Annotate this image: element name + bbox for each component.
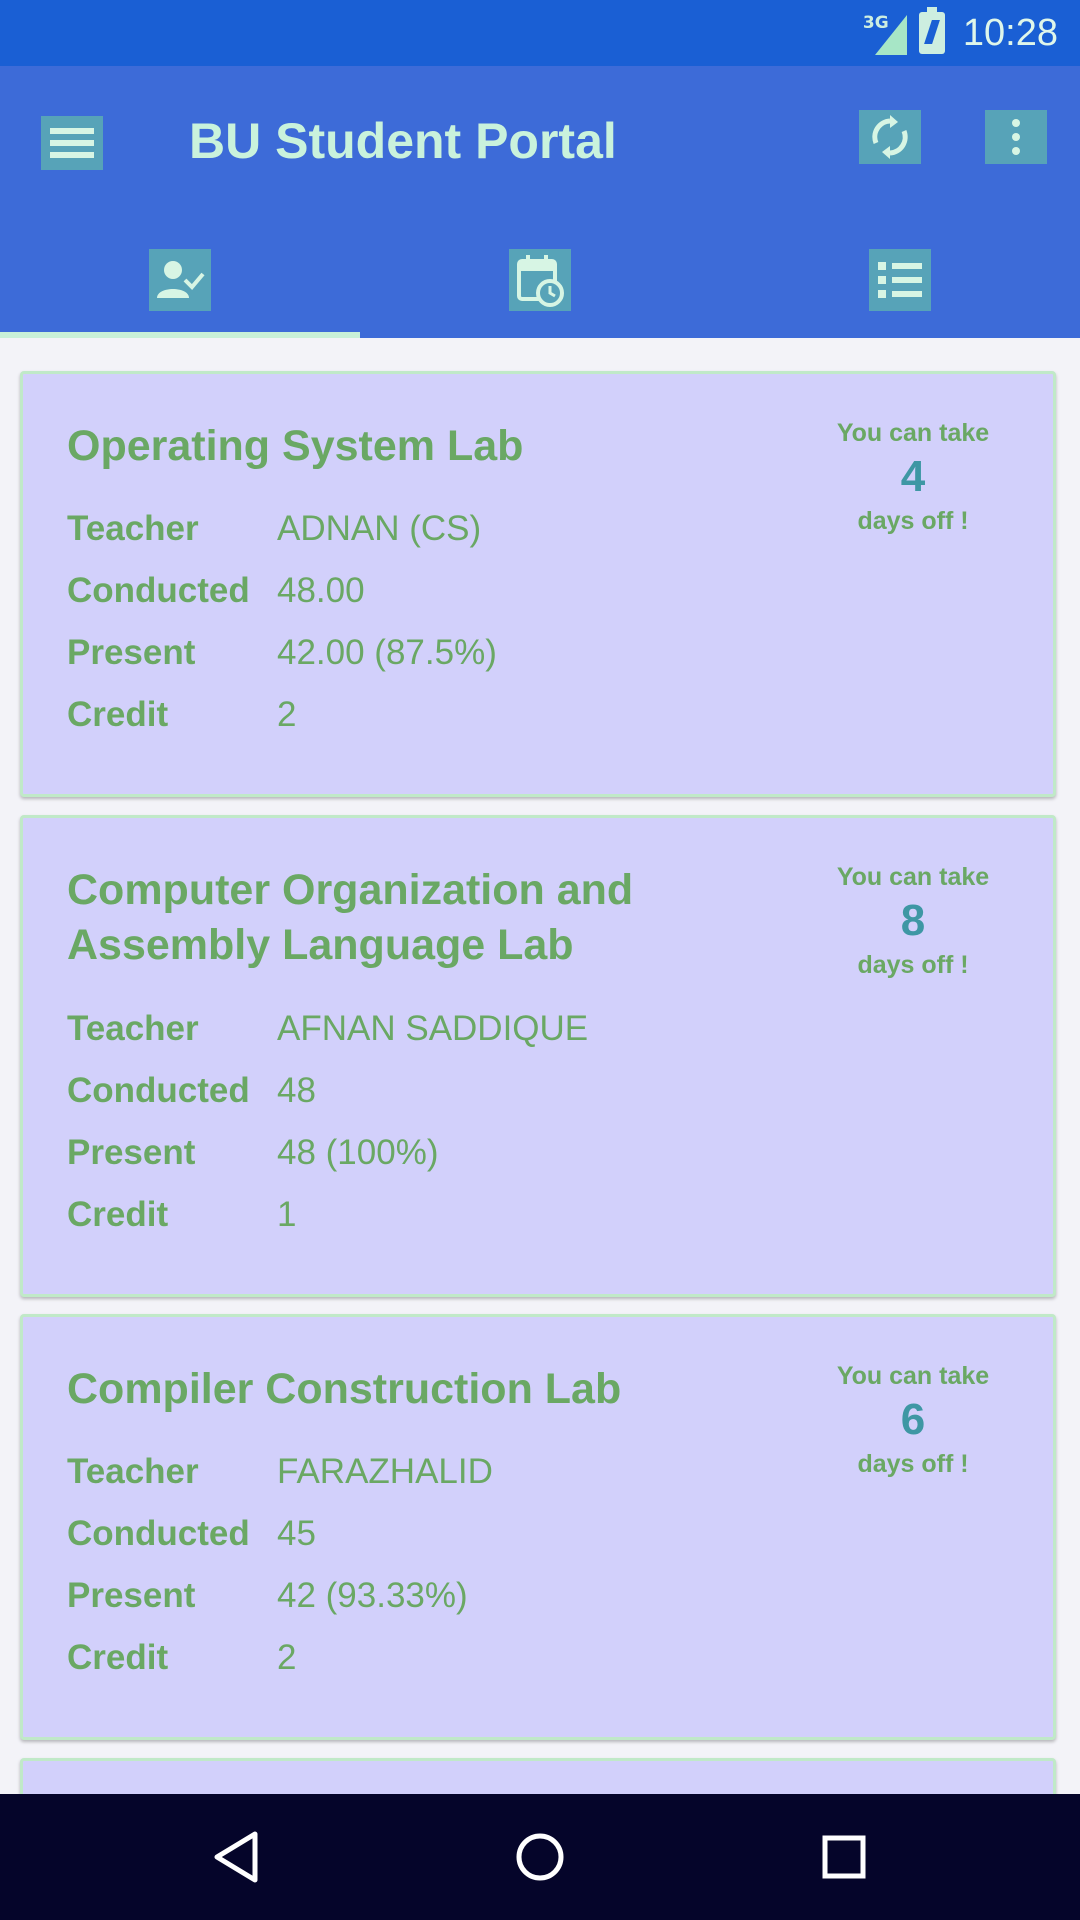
credit-label: Credit	[67, 695, 169, 734]
conducted-value: 45	[277, 1514, 316, 1553]
days-off-count: 4	[900, 452, 926, 501]
tab-bar	[0, 242, 1080, 338]
conducted-label: Conducted	[67, 1514, 250, 1553]
credit-value: 2	[277, 695, 297, 734]
recents-icon	[822, 1835, 866, 1879]
days-off-prefix: You can take	[836, 863, 990, 891]
status-bar: 3G 10:28	[0, 0, 1080, 66]
present-label: Present	[67, 1133, 196, 1172]
days-off-count: 8	[900, 896, 926, 945]
conducted-row: Conducted 48.00	[67, 566, 365, 616]
menu-button[interactable]	[41, 116, 103, 170]
system-nav-bar	[0, 1794, 1080, 1920]
present-value: 42.00 (87.5%)	[277, 633, 497, 672]
days-off-info: You can take 8 days off !	[813, 862, 1013, 980]
course-title: Operating System Lab	[67, 422, 524, 470]
conducted-value: 48.00	[277, 571, 365, 610]
days-off-info: You can take 4 days off !	[813, 418, 1013, 536]
home-icon	[516, 1833, 564, 1881]
teacher-label: Teacher	[67, 1009, 199, 1048]
present-row: Present 48 (100%)	[67, 1128, 438, 1178]
course-card[interactable]: Operating System Lab Teacher ADNAN (CS) …	[20, 371, 1056, 797]
present-value: 48 (100%)	[277, 1133, 439, 1172]
course-card[interactable]: Compiler Construction Lab Teacher FARAZH…	[20, 1314, 1056, 1740]
credit-row: Credit 2	[67, 690, 296, 740]
teacher-value: FARAZHALID	[277, 1452, 493, 1491]
more-vert-icon	[1012, 119, 1020, 155]
days-off-suffix: days off !	[857, 1450, 969, 1478]
conducted-label: Conducted	[67, 1071, 250, 1110]
app-bar: BU Student Portal	[0, 66, 1080, 338]
tab-list[interactable]	[720, 242, 1080, 338]
credit-label: Credit	[67, 1195, 169, 1234]
credit-label: Credit	[67, 1638, 169, 1677]
hamburger-icon	[50, 128, 94, 158]
status-time: 10:28	[962, 11, 1058, 54]
days-off-count: 6	[900, 1395, 926, 1444]
battery-charging-icon	[918, 7, 945, 54]
refresh-button[interactable]	[859, 110, 921, 164]
credit-row: Credit 1	[67, 1190, 296, 1240]
credit-value: 1	[277, 1195, 297, 1234]
conducted-label: Conducted	[67, 571, 250, 610]
attendance-icon	[149, 249, 211, 311]
recents-button[interactable]	[784, 1794, 904, 1920]
teacher-label: Teacher	[67, 509, 199, 548]
app-title: BU Student Portal	[189, 113, 617, 169]
course-card[interactable]: Computer Organization and Assembly Langu…	[20, 815, 1056, 1297]
cell-signal-icon: 3G	[863, 11, 907, 55]
teacher-row: Teacher ADNAN (CS)	[67, 504, 481, 554]
conducted-value: 48	[277, 1071, 316, 1110]
status-icons: 3G 10:28	[863, 0, 1058, 66]
teacher-label: Teacher	[67, 1452, 199, 1491]
days-off-suffix: days off !	[857, 951, 969, 979]
schedule-icon	[509, 249, 571, 311]
sync-icon	[872, 115, 908, 159]
tab-attendance[interactable]	[0, 242, 360, 338]
days-off-prefix: You can take	[836, 1362, 990, 1390]
days-off-prefix: You can take	[836, 419, 990, 447]
course-title: Compiler Construction Lab	[67, 1365, 622, 1413]
present-row: Present 42 (93.33%)	[67, 1571, 468, 1621]
teacher-row: Teacher AFNAN SADDIQUE	[67, 1004, 588, 1054]
home-button[interactable]	[480, 1794, 600, 1920]
teacher-value: AFNAN SADDIQUE	[277, 1009, 589, 1048]
list-icon	[869, 249, 931, 311]
credit-row: Credit 2	[67, 1633, 296, 1683]
credit-value: 2	[277, 1638, 297, 1677]
teacher-value: ADNAN (CS)	[277, 509, 482, 548]
back-icon	[214, 1831, 258, 1883]
conducted-row: Conducted 45	[67, 1509, 316, 1559]
more-options-button[interactable]	[985, 110, 1047, 164]
present-row: Present 42.00 (87.5%)	[67, 628, 497, 678]
conducted-row: Conducted 48	[67, 1066, 316, 1116]
days-off-suffix: days off !	[857, 507, 969, 535]
course-list[interactable]: Operating System Lab Teacher ADNAN (CS) …	[0, 338, 1080, 1794]
course-title: Computer Organization and Assembly Langu…	[67, 866, 634, 969]
present-label: Present	[67, 633, 196, 672]
days-off-info: You can take 6 days off !	[813, 1361, 1013, 1479]
present-label: Present	[67, 1576, 196, 1615]
tab-schedule[interactable]	[360, 242, 720, 338]
teacher-row: Teacher FARAZHALID	[67, 1447, 493, 1497]
back-button[interactable]	[176, 1794, 296, 1920]
course-card-partial[interactable]	[20, 1758, 1056, 1794]
present-value: 42 (93.33%)	[277, 1576, 468, 1615]
